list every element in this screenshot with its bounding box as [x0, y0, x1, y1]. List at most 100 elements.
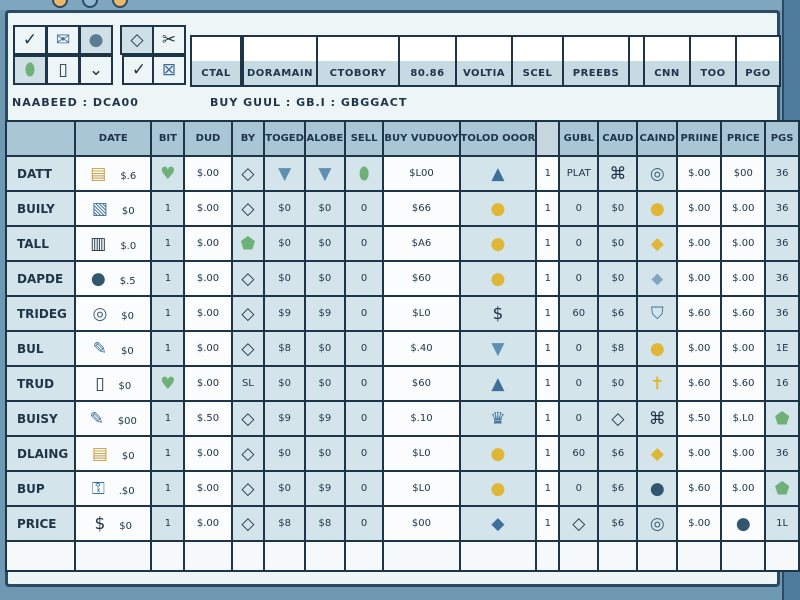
- table-cell[interactable]: ◇: [230, 470, 266, 507]
- table-row[interactable]: PRICE $ $0 1 $.00 ◇ $8 $8 0 $00 ◆ 1 ◇ $6 ◎ $.00 ● 1L: [4, 505, 800, 542]
- table-cell[interactable]: $0: [597, 190, 639, 227]
- table-cell[interactable]: 0: [343, 330, 385, 367]
- table-cell[interactable]: $.00: [183, 225, 233, 262]
- table-cell[interactable]: ▼: [303, 155, 346, 192]
- table-cell[interactable]: $L0: [382, 470, 461, 507]
- table-cell[interactable]: 0: [343, 260, 385, 297]
- table-cell[interactable]: $.00: [183, 260, 233, 297]
- table-cell[interactable]: ⌘: [636, 400, 679, 437]
- table-cell[interactable]: ⚿ .$0: [74, 470, 153, 507]
- table-cell[interactable]: 1L: [764, 505, 800, 542]
- table-cell[interactable]: 1E: [764, 330, 800, 367]
- table-cell[interactable]: ●: [458, 435, 538, 472]
- table-cell[interactable]: ◎ $0: [74, 295, 153, 332]
- table-cell[interactable]: $9: [303, 295, 346, 332]
- table-cell[interactable]: 0: [343, 505, 385, 542]
- table-cell[interactable]: $.40: [382, 330, 461, 367]
- toolbar-button-pill[interactable]: ⬮: [13, 55, 47, 85]
- table-cell[interactable]: $0: [597, 225, 639, 262]
- table-cell[interactable]: ◎: [636, 155, 679, 192]
- table-cell[interactable]: 1: [150, 400, 186, 437]
- table-cell[interactable]: 1: [150, 470, 186, 507]
- table-cell[interactable]: SL: [230, 365, 266, 402]
- table-cell[interactable]: ◆: [636, 435, 679, 472]
- table-cell[interactable]: ◇: [230, 505, 266, 542]
- table-cell[interactable]: $9: [263, 295, 306, 332]
- table-cell[interactable]: ⛉: [636, 295, 679, 332]
- table-cell[interactable]: 0: [558, 225, 600, 262]
- table-cell[interactable]: $0: [263, 260, 306, 297]
- table-cell[interactable]: $60: [382, 260, 461, 297]
- table-cell[interactable]: ⬟: [230, 225, 266, 262]
- table-cell[interactable]: ◆: [636, 225, 679, 262]
- toolbar-button-scissors[interactable]: ✂: [152, 25, 186, 55]
- column-header[interactable]: SELL: [343, 120, 385, 157]
- table-cell[interactable]: 1: [535, 155, 561, 192]
- table-cell[interactable]: 1: [535, 190, 561, 227]
- table-cell[interactable]: $.60: [720, 365, 767, 402]
- table-cell[interactable]: $0: [263, 435, 306, 472]
- table-cell[interactable]: 1: [150, 260, 186, 297]
- table-cell[interactable]: $.00: [183, 505, 233, 542]
- row-label[interactable]: TRUD: [4, 365, 77, 402]
- table-cell[interactable]: ◇: [230, 190, 266, 227]
- row-label[interactable]: DATT: [4, 155, 77, 192]
- column-header[interactable]: BY: [230, 120, 266, 157]
- table-cell[interactable]: $.L0: [720, 400, 767, 437]
- column-header[interactable]: GUBL: [558, 120, 600, 157]
- table-cell[interactable]: 0: [343, 190, 385, 227]
- table-cell[interactable]: $6: [597, 470, 639, 507]
- table-cell[interactable]: ●: [458, 190, 538, 227]
- table-cell[interactable]: 1: [535, 400, 561, 437]
- table-cell[interactable]: ⬥: [636, 260, 679, 297]
- toolbar-button-check[interactable]: ✓: [122, 55, 156, 85]
- table-cell[interactable]: ◇: [230, 295, 266, 332]
- column-tab[interactable]: SCEL: [511, 35, 564, 87]
- table-cell[interactable]: 0: [343, 435, 385, 472]
- table-cell[interactable]: $: [458, 295, 538, 332]
- table-cell[interactable]: 0: [558, 470, 600, 507]
- table-cell[interactable]: ♛: [458, 400, 538, 437]
- table-cell[interactable]: $L0: [382, 435, 461, 472]
- column-header[interactable]: DATE: [74, 120, 153, 157]
- toolbar-button-mail[interactable]: ✉: [46, 25, 80, 55]
- table-cell[interactable]: ⬟: [764, 470, 800, 507]
- column-tab[interactable]: VOLTIA: [455, 35, 513, 87]
- table-cell[interactable]: $00: [720, 155, 767, 192]
- table-cell[interactable]: 1: [535, 505, 561, 542]
- table-cell[interactable]: $00: [382, 505, 461, 542]
- column-tab[interactable]: PGO: [735, 35, 781, 87]
- toolbar-button-circle[interactable]: ●: [79, 25, 113, 55]
- table-cell[interactable]: $.60: [720, 295, 767, 332]
- table-row[interactable]: BUILY ▧ $0 1 $.00 ◇ $0 $0 0 $66 ● 1 0 $0 ● $.00 $.00 36: [4, 190, 800, 227]
- table-cell[interactable]: $.60: [676, 295, 723, 332]
- table-cell[interactable]: 0: [558, 260, 600, 297]
- table-cell[interactable]: $0: [303, 225, 346, 262]
- table-cell[interactable]: $A6: [382, 225, 461, 262]
- table-cell[interactable]: 0: [343, 400, 385, 437]
- toolbar-button-document[interactable]: ▯: [46, 55, 80, 85]
- column-header[interactable]: DUD: [183, 120, 233, 157]
- table-cell[interactable]: $.00: [720, 260, 767, 297]
- table-cell[interactable]: $0: [263, 225, 306, 262]
- table-cell[interactable]: 1: [150, 435, 186, 472]
- table-cell[interactable]: 36: [764, 190, 800, 227]
- table-cell[interactable]: 0: [343, 295, 385, 332]
- table-cell[interactable]: $60: [382, 365, 461, 402]
- maximize-window-button[interactable]: [112, 0, 128, 8]
- table-cell[interactable]: 0: [343, 225, 385, 262]
- table-cell[interactable]: $9: [303, 400, 346, 437]
- table-cell[interactable]: ◆: [458, 505, 538, 542]
- table-cell[interactable]: ●: [458, 225, 538, 262]
- table-cell[interactable]: $0: [263, 190, 306, 227]
- table-cell[interactable]: ✝: [636, 365, 679, 402]
- table-row[interactable]: TRUD ▯ $0 ♥ $.00 SL $0 $0 0 $60 ▲ 1 0 $0 ✝ $.60 $.60 16: [4, 365, 800, 402]
- table-cell[interactable]: PLAT: [558, 155, 600, 192]
- table-cell[interactable]: $66: [382, 190, 461, 227]
- table-cell[interactable]: ● $.5: [74, 260, 153, 297]
- table-cell[interactable]: $L00: [382, 155, 461, 192]
- table-cell[interactable]: ●: [636, 470, 679, 507]
- table-row[interactable]: TRIDEG ◎ $0 1 $.00 ◇ $9 $9 0 $L0 $1 60 $6 ⛉ $.60 $.60 36: [4, 295, 800, 332]
- table-cell[interactable]: $0: [597, 260, 639, 297]
- table-cell[interactable]: $6: [597, 295, 639, 332]
